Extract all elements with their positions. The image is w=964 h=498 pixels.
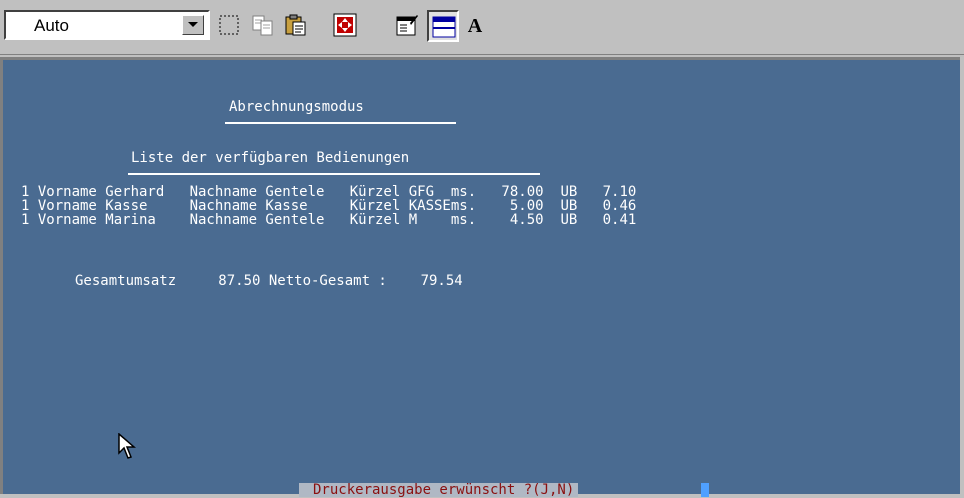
toolbar: Auto A — [0, 0, 964, 55]
font-icon: A — [468, 15, 483, 37]
paste-icon — [285, 14, 306, 36]
background-icon — [432, 16, 456, 38]
font-button[interactable]: A — [460, 10, 492, 42]
list-item: 1 Vorname Marina Nachname Gentele Kürzel… — [21, 212, 637, 228]
subtitle-underline — [128, 173, 540, 175]
page-title: Abrechnungsmodus — [229, 99, 364, 115]
properties-icon — [396, 15, 418, 36]
font-size-select-value: Auto — [34, 16, 69, 35]
list-subtitle: Liste der verfügbaren Bedienungen — [131, 150, 410, 166]
background-button[interactable] — [427, 10, 459, 42]
font-button-label: A — [468, 15, 483, 37]
title-underline — [225, 122, 456, 124]
fullscreen-icon — [333, 13, 357, 37]
select-rect-icon — [219, 15, 239, 35]
copy-icon — [252, 15, 273, 36]
print-prompt: Druckerausgabe erwünscht ?(J,N) — [299, 483, 579, 497]
list-item: 1 Vorname Kasse Nachname Kasse Kürzel KA… — [21, 198, 637, 214]
paste-button[interactable] — [281, 10, 313, 42]
mouse-pointer-icon — [118, 433, 137, 459]
fullscreen-button[interactable] — [330, 10, 362, 42]
terminal-screen[interactable]: Abrechnungsmodus Liste der verfügbaren B… — [0, 57, 960, 497]
copy-button[interactable] — [248, 10, 280, 42]
properties-button[interactable] — [392, 10, 424, 42]
list-item: 1 Vorname Gerhard Nachname Gentele Kürze… — [21, 184, 637, 200]
totals-line: Gesamtumsatz 87.50 Netto-Gesamt : 79.54 — [75, 273, 463, 289]
chevron-down-icon[interactable] — [182, 15, 204, 35]
select-rect-button[interactable] — [214, 10, 246, 42]
text-cursor — [701, 483, 709, 497]
font-size-select[interactable]: Auto — [4, 10, 210, 40]
